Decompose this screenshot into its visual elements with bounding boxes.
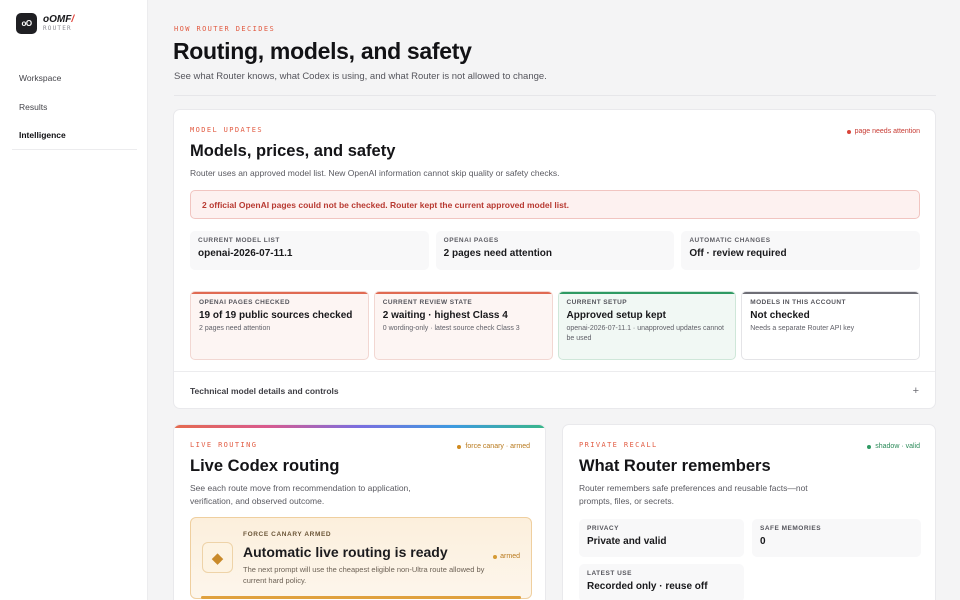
expand-plus-icon[interactable]: + — [913, 385, 919, 397]
card-eyebrow: LIVE ROUTING — [190, 441, 258, 449]
card-subtitle: Router remembers safe preferences and re… — [579, 483, 808, 506]
technical-details-toggle[interactable]: Technical model details and controls + — [174, 371, 935, 409]
tile-current-review-state: CURRENT REVIEW STATE 2 waiting · highest… — [373, 291, 553, 360]
sidebar-item-intelligence[interactable]: Intelligence — [12, 121, 137, 150]
card-title: What Router remembers — [579, 457, 771, 475]
brand-subtitle: ROUTER — [43, 25, 72, 32]
panel-subtitle: The next prompt will use the cheapest el… — [243, 565, 485, 585]
card-title: Models, prices, and safety — [190, 142, 396, 160]
brand-logo-icon: oO — [16, 13, 37, 34]
summary-tiles: OPENAI PAGES CHECKED 19 of 19 public sou… — [190, 291, 920, 360]
details-label: Technical model details and controls — [190, 385, 339, 396]
private-recall-card: PRIVATE RECALL shadow · valid What Route… — [562, 424, 936, 600]
panel-title: Automatic live routing is ready — [243, 544, 448, 560]
card-title: Live Codex routing — [190, 457, 340, 475]
card-subtitle: See each route move from recommendation … — [190, 483, 411, 506]
error-alert: 2 official OpenAI pages could not be che… — [190, 190, 920, 219]
sidebar-item-workspace[interactable]: Workspace — [12, 63, 137, 92]
force-canary-panel: ◆ FORCE CANARY ARMED Automatic live rout… — [190, 517, 532, 599]
stat-latest-use: LATEST USE Recorded only · reuse off — [579, 564, 744, 600]
progress-bar — [201, 596, 521, 599]
stat-openai-pages: OPENAI PAGES 2 pages need attention — [435, 231, 675, 270]
tile-openai-pages-checked: OPENAI PAGES CHECKED 19 of 19 public sou… — [190, 291, 369, 360]
sidebar: oO oOMF/ ROUTER Workspace Results Intell… — [0, 0, 148, 600]
sidebar-nav: Workspace Results Intelligence — [12, 63, 137, 150]
main-content: HOW ROUTER DECIDES Routing, models, and … — [148, 0, 960, 600]
stat-current-model-list: CURRENT MODEL LIST openai-2026-07-11.1 — [190, 231, 429, 270]
live-routing-card: LIVE ROUTING force canary · armed Live C… — [173, 424, 546, 600]
tile-current-setup: CURRENT SETUP Approved setup kept openai… — [557, 291, 737, 360]
page-eyebrow: HOW ROUTER DECIDES — [174, 25, 276, 33]
status-dot-icon — [457, 444, 462, 449]
stat-row: CURRENT MODEL LIST openai-2026-07-11.1 O… — [190, 231, 921, 270]
card-subtitle: Router uses an approved model list. New … — [190, 168, 560, 178]
brand[interactable]: oO oOMF/ ROUTER — [16, 13, 74, 34]
accent-bar — [174, 425, 545, 428]
panel-eyebrow: FORCE CANARY ARMED — [243, 531, 332, 538]
armed-badge: armed — [493, 553, 520, 560]
card-eyebrow: PRIVATE RECALL — [579, 441, 658, 449]
stat-safe-memories: SAFE MEMORIES 0 — [752, 519, 921, 557]
card-eyebrow: MODEL UPDATES — [190, 126, 263, 134]
status-dot-icon — [846, 129, 851, 134]
stat-privacy: PRIVACY Private and valid — [579, 519, 744, 557]
status-badge: shadow · valid — [867, 443, 920, 450]
tile-models-in-account: MODELS IN THIS ACCOUNT Not checked Needs… — [741, 291, 920, 360]
stat-automatic-changes: AUTOMATIC CHANGES Off · review required — [681, 231, 921, 270]
status-badge: force canary · armed — [457, 443, 530, 450]
sidebar-item-results[interactable]: Results — [12, 92, 137, 121]
status-dot-icon — [493, 554, 498, 559]
status-dot-icon — [867, 444, 872, 449]
page-title: Routing, models, and safety — [173, 38, 472, 64]
page-subtitle: See what Router knows, what Codex is usi… — [174, 71, 547, 82]
status-badge: page needs attention — [846, 128, 920, 135]
model-updates-card: MODEL UPDATES page needs attention Model… — [173, 109, 936, 409]
diamond-icon: ◆ — [202, 542, 233, 573]
brand-name: oOMF/ — [43, 14, 75, 25]
divider — [174, 95, 936, 96]
